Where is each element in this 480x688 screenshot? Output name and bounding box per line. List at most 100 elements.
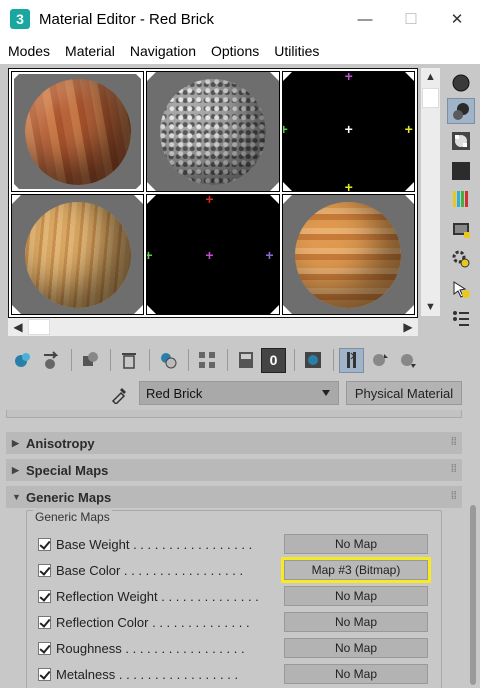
sample-slot-1[interactable] (11, 71, 145, 192)
tiling-icon[interactable] (447, 158, 475, 184)
material-sphere (24, 201, 131, 308)
enable-checkbox[interactable] (38, 589, 51, 603)
menu-material[interactable]: Material (65, 43, 115, 59)
rollout-generic-maps[interactable]: ▼ Generic Maps ⁞⁞ (6, 486, 462, 508)
scroll-thumb[interactable] (28, 319, 50, 335)
background-icon[interactable] (447, 128, 475, 154)
assign-to-selection-icon[interactable] (77, 348, 102, 373)
material-id-channel-icon[interactable] (233, 348, 258, 373)
toolbar-separator (71, 349, 72, 371)
param-row-reflection-color: Reflection Color . . . . . . . . . . . .… (38, 611, 438, 633)
toolbar-separator (227, 349, 228, 371)
make-unique-icon[interactable] (155, 348, 180, 373)
toolbar-separator (188, 349, 189, 371)
crosshair-icon: + (404, 121, 413, 137)
enable-checkbox[interactable] (38, 641, 51, 655)
material-id-button[interactable]: 0 (261, 347, 286, 373)
scroll-down-icon[interactable]: ▼ (421, 298, 440, 316)
param-row-roughness: Roughness . . . . . . . . . . . . . . . … (38, 637, 438, 659)
sample-slot-grid: + + + + + + + + + (8, 68, 418, 318)
rollout-special-maps[interactable]: ▶ Special Maps ⁞⁞ (6, 459, 462, 481)
menu-modes[interactable]: Modes (8, 43, 50, 59)
rollout-title: Generic Maps (26, 489, 112, 505)
options-icon[interactable] (447, 246, 475, 272)
toolbar-separator (110, 349, 111, 371)
scroll-right-icon[interactable]: ▶ (398, 318, 418, 336)
material-name-value: Red Brick (146, 385, 203, 401)
app-icon: 3 (10, 9, 30, 29)
sample-slot-4[interactable] (11, 194, 145, 315)
sample-slots-area: + + + + + + + + + ▲ ▼ ◀ ▶ (0, 64, 442, 340)
param-row-base-weight: Base Weight . . . . . . . . . . . . . . … (38, 533, 438, 555)
map-button[interactable]: No Map (284, 534, 428, 554)
rollout-title: Special Maps (26, 462, 109, 478)
crosshair-icon: + (344, 179, 353, 192)
enable-checkbox[interactable] (38, 667, 51, 681)
show-end-result-icon[interactable] (339, 347, 364, 373)
menu-bar: Modes Material Navigation Options Utilit… (0, 38, 480, 64)
menu-navigation[interactable]: Navigation (130, 43, 196, 59)
make-preview-icon[interactable] (447, 216, 475, 242)
enable-checkbox[interactable] (38, 537, 51, 551)
param-row-metalness: Metalness . . . . . . . . . . . . . . . … (38, 663, 438, 685)
enable-checkbox[interactable] (38, 563, 51, 577)
map-button[interactable]: No Map (284, 612, 428, 632)
sample-slot-6[interactable] (281, 194, 415, 315)
map-button[interactable]: No Map (284, 638, 428, 658)
show-shaded-in-viewport-icon[interactable] (300, 348, 325, 373)
material-map-navigator-icon[interactable] (447, 306, 475, 332)
param-label: Roughness . . . . . . . . . . . . . . . … (56, 640, 245, 656)
toolbar-separator (149, 349, 150, 371)
minimize-button[interactable]: — (342, 0, 388, 38)
crosshair-icon: + (344, 71, 353, 84)
expand-arrow-icon: ▶ (12, 437, 19, 448)
sample-type-icon[interactable] (447, 70, 475, 96)
crosshair-icon: + (205, 194, 214, 207)
parameter-panel: ▶ Anisotropy ⁞⁞ ▶ Special Maps ⁞⁞ ▼ Gene… (0, 410, 466, 688)
menu-options[interactable]: Options (211, 43, 259, 59)
slots-horizontal-scrollbar[interactable]: ◀ ▶ (8, 318, 418, 336)
crosshair-icon: + (344, 121, 353, 137)
get-material-icon[interactable] (10, 348, 35, 373)
scroll-thumb[interactable] (470, 505, 476, 685)
material-type-button[interactable]: Physical Material (346, 381, 462, 405)
material-name-dropdown[interactable]: Red Brick (139, 381, 339, 405)
close-button[interactable]: ✕ (434, 0, 480, 38)
grip-icon: ⁞⁞ (450, 436, 457, 448)
crosshair-icon: + (265, 247, 274, 263)
video-color-check-icon[interactable] (447, 186, 475, 212)
rollout-anisotropy[interactable]: ▶ Anisotropy ⁞⁞ (6, 432, 462, 454)
crosshair-icon: + (283, 122, 288, 136)
eyedropper-icon[interactable] (108, 383, 130, 405)
material-name-row: Red Brick Physical Material (0, 380, 480, 406)
go-to-parent-icon[interactable] (367, 348, 392, 373)
toolbar-separator (333, 349, 334, 371)
reset-map-icon[interactable] (116, 348, 141, 373)
chevron-down-icon (322, 390, 330, 396)
sample-slot-5[interactable]: + + + + (146, 194, 280, 315)
enable-checkbox[interactable] (38, 615, 51, 629)
scroll-thumb[interactable] (422, 88, 439, 108)
slots-vertical-scrollbar[interactable]: ▲ ▼ (421, 68, 440, 316)
map-button[interactable]: Map #3 (Bitmap) (284, 560, 428, 580)
window-title: Material Editor - Red Brick (39, 10, 215, 28)
collapse-arrow-icon: ▼ (12, 492, 21, 502)
crosshair-icon: + (147, 248, 152, 262)
toolbar-separator (294, 349, 295, 371)
scroll-up-icon[interactable]: ▲ (421, 68, 440, 86)
put-to-scene-icon[interactable] (38, 348, 63, 373)
maximize-button[interactable]: ☐ (388, 0, 434, 38)
panel-scrollbar[interactable] (466, 410, 480, 688)
go-forward-to-sibling-icon[interactable] (395, 348, 420, 373)
map-button[interactable]: No Map (284, 586, 428, 606)
sample-slot-3[interactable]: + + + + + (281, 71, 415, 192)
scroll-left-icon[interactable]: ◀ (8, 318, 28, 336)
backlight-icon[interactable] (447, 98, 475, 124)
map-button[interactable]: No Map (284, 664, 428, 684)
param-label: Metalness . . . . . . . . . . . . . . . … (56, 666, 239, 682)
menu-utilities[interactable]: Utilities (274, 43, 319, 59)
material-sphere (295, 201, 402, 308)
sample-slot-2[interactable] (146, 71, 280, 192)
put-to-library-icon[interactable] (194, 348, 219, 373)
select-by-material-icon[interactable] (447, 276, 475, 302)
